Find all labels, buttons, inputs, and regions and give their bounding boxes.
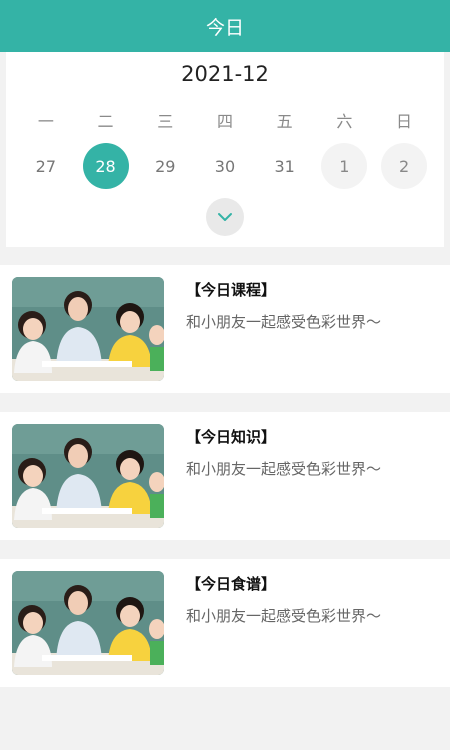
weekday-label: 三 [157, 112, 174, 131]
item-description: 和小朋友一起感受色彩世界～ [186, 607, 382, 625]
date-cell-next-month[interactable]: 1 [321, 143, 368, 189]
date-row: 27 28 29 30 31 1 2 [6, 142, 444, 190]
item-description: 和小朋友一起感受色彩世界～ [186, 313, 382, 331]
weekday-label: 五 [276, 112, 293, 131]
page-title: 今日 [205, 16, 244, 39]
classroom-thumbnail [12, 277, 164, 381]
date-cell[interactable]: 27 [23, 143, 69, 189]
item-title: 【今日课程】 [186, 281, 277, 299]
expand-calendar-button[interactable] [206, 198, 244, 236]
weekday-label: 一 [37, 112, 54, 131]
date-cell[interactable]: 29 [142, 143, 188, 189]
classroom-thumbnail [12, 424, 164, 528]
weekday-label: 六 [336, 112, 353, 131]
item-title: 【今日知识】 [186, 428, 277, 446]
list-item[interactable]: 【今日食谱】 和小朋友一起感受色彩世界～ [0, 559, 450, 687]
item-title: 【今日食谱】 [186, 575, 277, 593]
chevron-down-icon [218, 213, 232, 221]
weekday-label: 二 [97, 112, 114, 131]
date-cell[interactable]: 30 [202, 143, 248, 189]
item-info: 【今日知识】 和小朋友一起感受色彩世界～ [186, 424, 381, 528]
item-info: 【今日食谱】 和小朋友一起感受色彩世界～ [186, 571, 381, 675]
weekday-row: 一 二 三 四 五 六 日 [6, 98, 444, 142]
date-cell-selected[interactable]: 28 [82, 143, 129, 189]
date-cell[interactable]: 31 [262, 143, 308, 189]
today-list: 【今日课程】 和小朋友一起感受色彩世界～ 【今日知识】 和小朋友一起感受色彩世界… [0, 265, 450, 687]
app-header: 今日 [0, 0, 450, 52]
item-info: 【今日课程】 和小朋友一起感受色彩世界～ [186, 277, 381, 381]
classroom-thumbnail [12, 571, 164, 675]
weekday-label: 四 [216, 112, 233, 131]
list-item[interactable]: 【今日知识】 和小朋友一起感受色彩世界～ [0, 412, 450, 540]
weekday-label: 日 [396, 112, 413, 131]
week-calendar: 2021-12 一 二 三 四 五 六 日 27 28 29 30 31 1 2 [6, 52, 444, 247]
list-item[interactable]: 【今日课程】 和小朋友一起感受色彩世界～ [0, 265, 450, 393]
date-cell-next-month[interactable]: 2 [381, 143, 428, 189]
item-description: 和小朋友一起感受色彩世界～ [186, 460, 382, 478]
calendar-month: 2021-12 [181, 62, 269, 86]
